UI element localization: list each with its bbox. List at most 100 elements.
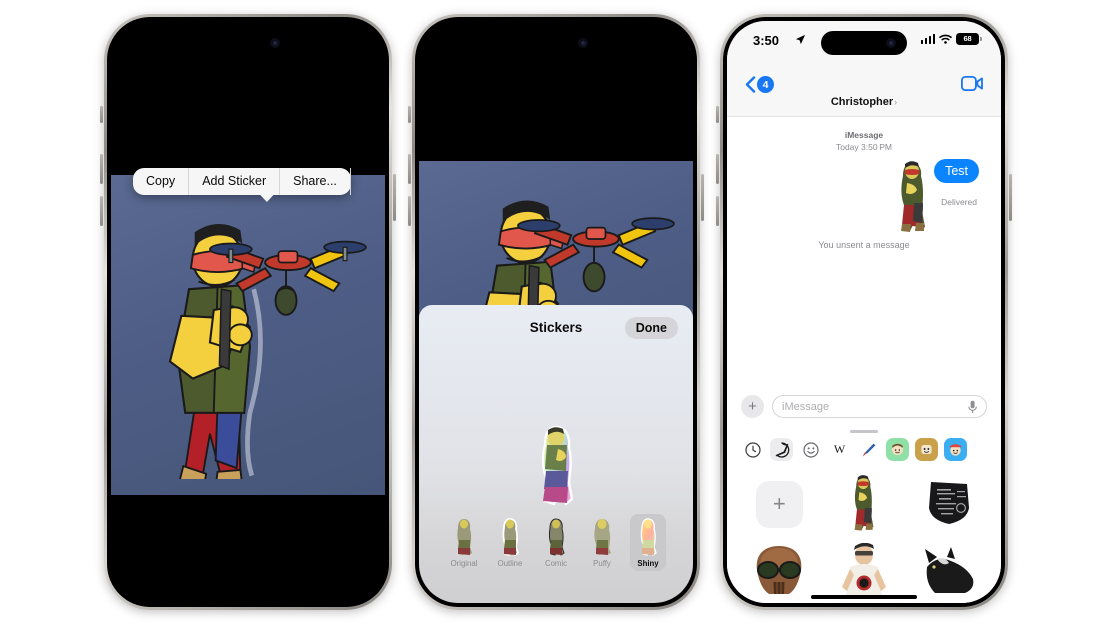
messages-app: 3:50 68 4 Christopher› iMessage Today 3:… bbox=[727, 21, 1001, 603]
power-button[interactable] bbox=[1009, 174, 1012, 221]
thread-meta: iMessage Today 3:50 PM bbox=[727, 129, 1001, 154]
clock-glyph bbox=[744, 441, 761, 458]
back-button[interactable]: 4 bbox=[745, 76, 774, 93]
power-button[interactable] bbox=[701, 174, 704, 221]
effect-label: Puffy bbox=[593, 559, 611, 568]
grid-cell bbox=[906, 471, 991, 537]
phone-1-screen: Copy Add Sticker Share... bbox=[111, 21, 385, 603]
volume-down-button[interactable] bbox=[716, 196, 719, 226]
brush-glyph bbox=[862, 443, 875, 457]
wikipedia-w-glyph: W bbox=[833, 442, 846, 456]
message-sticker[interactable] bbox=[895, 161, 931, 235]
home-indicator[interactable] bbox=[811, 595, 917, 599]
mute-switch[interactable] bbox=[408, 106, 411, 123]
phone-2-body: Stickers Done Original Outline Comic Puf… bbox=[415, 17, 697, 607]
memoji-hat-glyph bbox=[949, 444, 962, 456]
effect-thumb-icon bbox=[640, 518, 657, 556]
volume-up-button[interactable] bbox=[408, 154, 411, 184]
battery-percent: 68 bbox=[963, 34, 972, 44]
effect-label: Comic bbox=[544, 559, 568, 568]
recents-clock-icon[interactable] bbox=[741, 438, 764, 461]
sticker-person[interactable] bbox=[838, 543, 890, 597]
volume-up-button[interactable] bbox=[100, 154, 103, 184]
phone-1-frame: Copy Add Sticker Share... bbox=[100, 14, 396, 610]
conversation-navbar: 4 Christopher› bbox=[727, 67, 1001, 117]
sheet-header: Stickers Done bbox=[419, 305, 693, 351]
effect-label: Original bbox=[450, 559, 478, 568]
phone-3-screen: 3:50 68 4 Christopher› iMessage Today 3:… bbox=[727, 21, 1001, 603]
phone-3-frame: 3:50 68 4 Christopher› iMessage Today 3:… bbox=[716, 14, 1012, 610]
sticker-preview[interactable] bbox=[536, 425, 576, 507]
location-arrow-icon bbox=[795, 34, 806, 45]
volume-down-button[interactable] bbox=[100, 196, 103, 226]
message-thread: iMessage Today 3:50 PM Test Delivered Yo… bbox=[727, 117, 1001, 386]
front-camera-icon bbox=[578, 38, 588, 48]
cellular-bars-icon bbox=[920, 33, 935, 44]
copy-button[interactable]: Copy bbox=[133, 168, 190, 195]
imessage-app-drawer: W bbox=[727, 427, 1001, 467]
effect-outline[interactable]: Outline bbox=[492, 514, 528, 571]
grid-cell: + bbox=[737, 471, 822, 537]
front-camera-icon bbox=[886, 38, 896, 48]
volume-down-button[interactable] bbox=[408, 196, 411, 226]
microphone-icon[interactable] bbox=[968, 400, 977, 414]
stickers-icon[interactable] bbox=[770, 438, 793, 461]
effect-thumb-icon bbox=[502, 518, 520, 556]
sticker-browser-grid: + bbox=[727, 467, 1001, 603]
effect-puffy[interactable]: Puffy bbox=[584, 514, 620, 571]
mute-switch[interactable] bbox=[716, 106, 719, 123]
wikipedia-icon[interactable]: W bbox=[828, 438, 851, 461]
phone-1-body: Copy Add Sticker Share... bbox=[107, 17, 389, 607]
video-camera-icon[interactable] bbox=[961, 76, 983, 91]
sticker-black-cat[interactable] bbox=[921, 545, 977, 595]
dynamic-island bbox=[821, 31, 907, 55]
volume-up-button[interactable] bbox=[716, 154, 719, 184]
front-camera-icon bbox=[270, 38, 280, 48]
sticker-glyph bbox=[775, 441, 789, 458]
effect-thumb-icon bbox=[548, 518, 565, 556]
grid-cell bbox=[822, 537, 907, 603]
memoji-gold-icon[interactable] bbox=[915, 438, 938, 461]
dynamic-island bbox=[205, 31, 291, 55]
phone-2-frame: Stickers Done Original Outline Comic Puf… bbox=[408, 14, 704, 610]
phone-2-screen: Stickers Done Original Outline Comic Puf… bbox=[419, 21, 693, 603]
conversation-title[interactable]: Christopher› bbox=[727, 96, 1001, 108]
wifi-icon bbox=[939, 34, 952, 44]
effect-label: Outline bbox=[497, 559, 523, 568]
effect-shiny[interactable]: Shiny bbox=[630, 514, 666, 571]
memoji-blue-icon[interactable] bbox=[944, 438, 967, 461]
delivery-status: Delivered bbox=[941, 197, 977, 207]
power-button[interactable] bbox=[393, 174, 396, 221]
memoji-green-icon[interactable] bbox=[886, 438, 909, 461]
status-indicators: 68 bbox=[920, 33, 982, 45]
drawer-grabber[interactable] bbox=[850, 429, 878, 433]
message-input-field[interactable]: iMessage bbox=[772, 395, 987, 418]
photo-viewer[interactable] bbox=[111, 175, 385, 495]
memoji-robot-glyph bbox=[921, 445, 932, 454]
app-icon-row: W bbox=[727, 438, 1001, 467]
emoji-smiley-icon[interactable] bbox=[799, 438, 822, 461]
add-sticker-button[interactable]: Add Sticker bbox=[189, 168, 281, 195]
sticker-skull[interactable] bbox=[751, 544, 807, 596]
mute-switch[interactable] bbox=[100, 106, 103, 123]
brush-icon[interactable] bbox=[857, 438, 880, 461]
sticker-drone-pilot[interactable] bbox=[843, 475, 885, 533]
dynamic-island bbox=[513, 31, 599, 55]
effect-thumb-icon bbox=[457, 519, 472, 555]
effect-comic[interactable]: Comic bbox=[538, 514, 574, 571]
message-placeholder: iMessage bbox=[782, 400, 830, 413]
add-sticker-tile[interactable]: + bbox=[755, 480, 803, 528]
effect-original[interactable]: Original bbox=[446, 514, 482, 571]
message-bubble-sent[interactable]: Test bbox=[934, 159, 983, 183]
share-button[interactable]: Share... bbox=[280, 168, 351, 195]
effect-label: Shiny bbox=[637, 559, 659, 568]
battery-indicator: 68 bbox=[956, 33, 982, 45]
sticker-effects-row: Original Outline Comic Puffy Shiny bbox=[419, 514, 693, 571]
unread-badge: 4 bbox=[757, 76, 774, 93]
attachments-plus-button[interactable]: + bbox=[741, 395, 764, 418]
grid-cell bbox=[906, 537, 991, 603]
done-button[interactable]: Done bbox=[624, 317, 678, 339]
service-label: iMessage bbox=[844, 130, 884, 140]
sticker-chalk-sign[interactable] bbox=[923, 478, 975, 530]
message-input-row: + iMessage bbox=[727, 385, 1001, 428]
